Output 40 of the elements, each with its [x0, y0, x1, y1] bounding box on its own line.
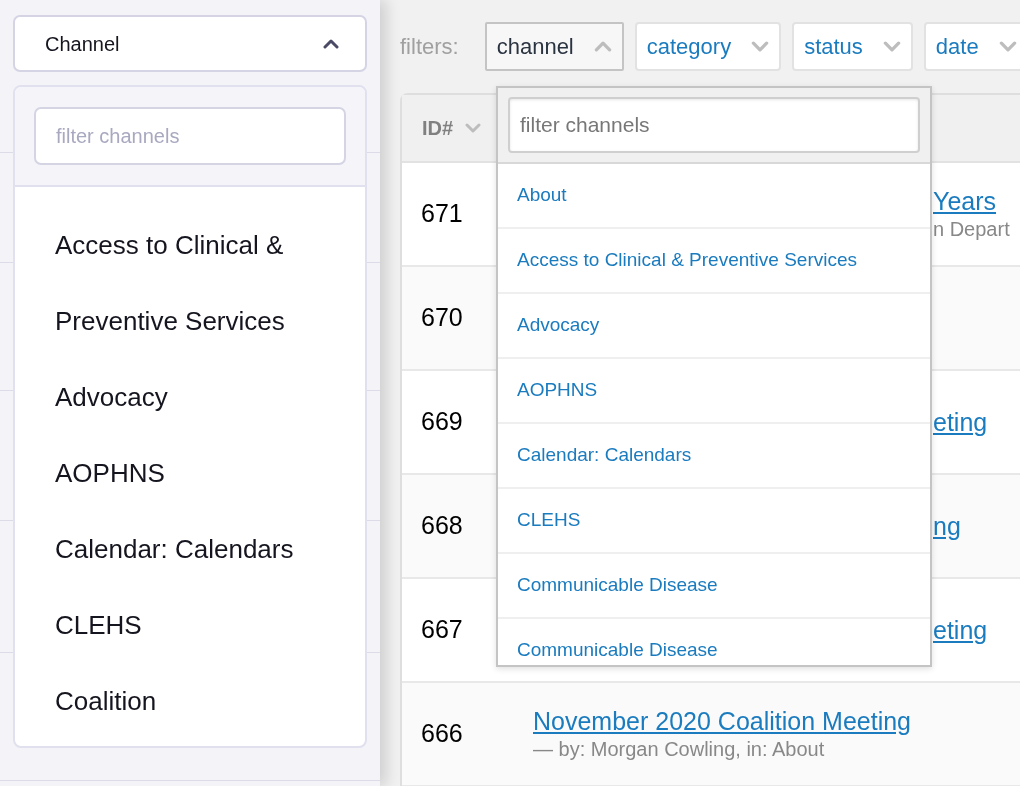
chevron-down-icon: [751, 41, 770, 52]
channel-option[interactable]: Advocacy: [55, 359, 335, 435]
channel-option[interactable]: Advocacy: [498, 294, 930, 359]
chevron-down-icon: [465, 123, 482, 133]
channel-option[interactable]: Calendar: Calendars: [55, 511, 335, 587]
channel-option[interactable]: CLEHS: [55, 587, 335, 663]
chevron-up-icon: [323, 38, 339, 49]
filter-dropdown[interactable]: status: [792, 22, 913, 71]
channel-option[interactable]: Communicable Disease: [498, 619, 930, 665]
channel-option[interactable]: Calendar: Calendars: [498, 424, 930, 489]
post-title-link[interactable]: ng: [933, 511, 961, 541]
filter-dropdown[interactable]: date: [923, 22, 1020, 71]
chevron-down-icon: [998, 41, 1017, 52]
search-field[interactable]: filter channels: [508, 97, 920, 153]
chevron-down-icon: [882, 41, 901, 52]
channel-option[interactable]: Communicable Disease: [498, 554, 930, 619]
chevron-up-icon: [593, 41, 612, 52]
post-byline: n Depart: [933, 217, 1010, 242]
column-header[interactable]: ID#: [422, 113, 454, 143]
channel-option[interactable]: AOPHNS: [498, 359, 930, 424]
id-cell-text: 666: [420, 718, 464, 750]
filter-dropdown[interactable]: category: [634, 22, 782, 71]
channel-option[interactable]: CLEHS: [498, 489, 930, 554]
search-field[interactable]: filter channels: [34, 107, 346, 165]
channel-option[interactable]: AOPHNS: [55, 435, 335, 511]
post-title-link[interactable]: eting: [933, 407, 988, 437]
channel-option[interactable]: About: [498, 164, 930, 229]
post-byline: — by: Morgan Cowling, in: About: [533, 737, 826, 762]
channel-option[interactable]: Access to Clinical & Preventive Services: [498, 229, 930, 294]
channel-option[interactable]: Access to Clinical & Preventive Services: [55, 207, 335, 359]
filters-label: filters:: [400, 33, 459, 61]
id-cell-text: 667: [420, 614, 464, 646]
filter-dropdown[interactable]: channel: [484, 22, 624, 71]
channel-select[interactable]: Channel: [13, 15, 367, 72]
post-title-link[interactable]: Years: [933, 186, 1010, 216]
id-cell-text: 671: [420, 198, 464, 230]
post-title-link[interactable]: eting: [933, 615, 988, 645]
id-cell-text: 669: [420, 406, 464, 438]
channel-option[interactable]: Coalition: [55, 663, 335, 739]
post-title-link[interactable]: November 2020 Coalition Meeting: [533, 706, 911, 736]
